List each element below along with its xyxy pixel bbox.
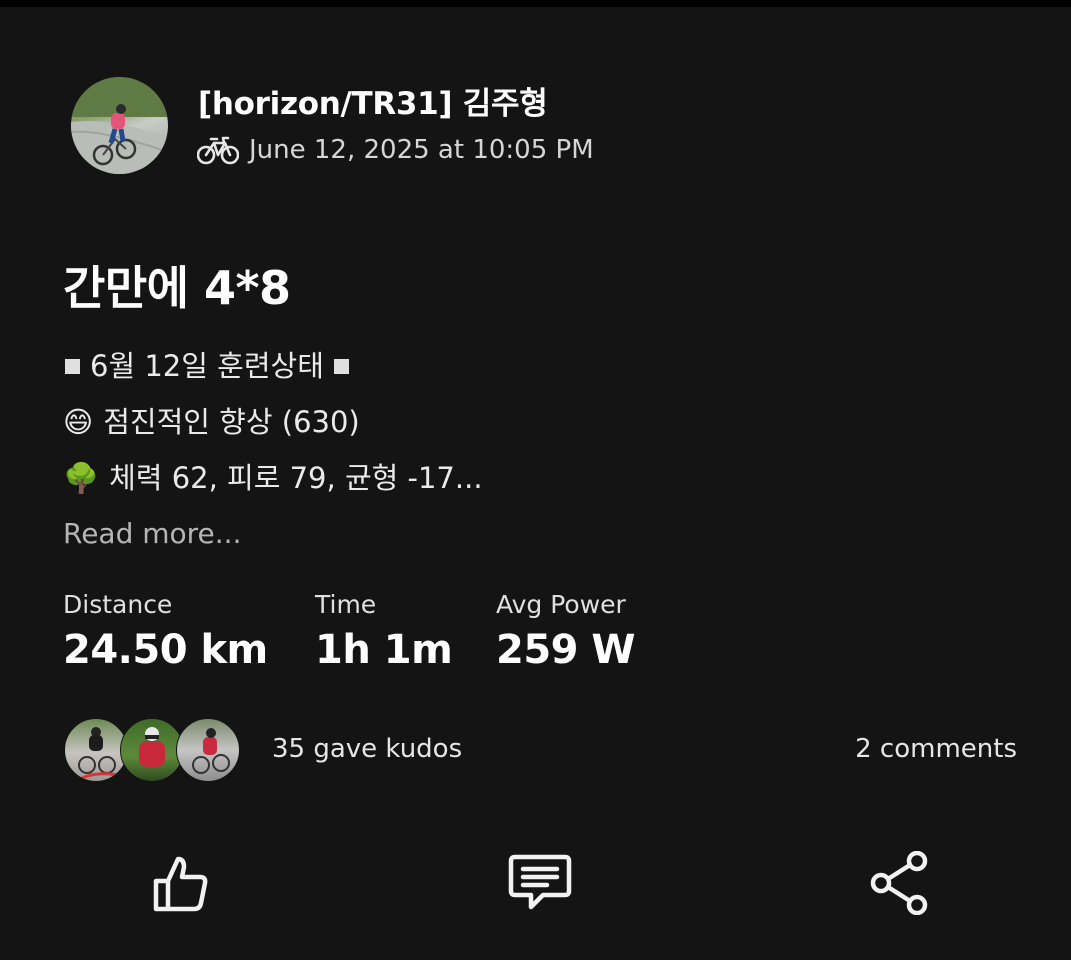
kudos-avatar <box>64 718 128 782</box>
status-bar-strip <box>0 0 1071 7</box>
stat-label: Distance <box>63 590 173 619</box>
activity-description: 6월 12일 훈련상태 😄 점진적인 향상 (630) 🌳 체력 62, 피로 … <box>63 338 483 506</box>
author-name[interactable]: [horizon/TR31] 김주형 <box>198 78 548 123</box>
share-icon <box>870 851 928 915</box>
bike-icon <box>197 134 239 166</box>
author-avatar[interactable] <box>71 77 168 174</box>
square-bullet-icon <box>333 358 349 374</box>
activity-meta: June 12, 2025 at 10:05 PM <box>197 134 594 166</box>
stat-value: 259 W <box>496 627 636 673</box>
stat-avg-power: Avg Power 259 W <box>496 590 636 673</box>
stat-value: 24.50 km <box>63 627 268 673</box>
kudos-avatars[interactable] <box>64 718 240 782</box>
kudos-button[interactable] <box>145 848 215 918</box>
share-button[interactable] <box>865 848 935 918</box>
description-line-2: 😄 점진적인 향상 (630) <box>63 394 483 450</box>
kudos-avatar <box>176 718 240 782</box>
stat-label: Time <box>315 590 377 619</box>
description-line-3: 🌳 체력 62, 피로 79, 균형 -17... <box>63 450 483 506</box>
stat-label: Avg Power <box>496 590 626 619</box>
comments-count[interactable]: 2 comments <box>855 734 1017 764</box>
kudos-avatar <box>120 718 184 782</box>
activity-card: [horizon/TR31] 김주형 June 12, 2025 at 10:0… <box>0 0 1071 960</box>
stat-value: 1h 1m <box>315 627 453 673</box>
activity-date: June 12, 2025 at 10:05 PM <box>249 135 594 165</box>
description-line-2-text: 점진적인 향상 (630) <box>103 405 360 439</box>
thumbs-up-icon <box>153 856 208 912</box>
description-line-1-text: 6월 12일 훈련상태 <box>90 349 324 383</box>
avatar-photo <box>71 77 168 174</box>
stat-time: Time 1h 1m <box>315 590 453 673</box>
description-line-1: 6월 12일 훈련상태 <box>63 338 483 394</box>
stat-distance: Distance 24.50 km <box>63 590 268 673</box>
activity-title[interactable]: 간만에 4*8 <box>63 252 291 318</box>
read-more-link[interactable]: Read more... <box>63 517 242 550</box>
description-line-3-text: 체력 62, 피로 79, 균형 -17... <box>109 461 483 495</box>
square-bullet-icon <box>65 358 80 374</box>
tree-emoji-icon: 🌳 <box>63 461 100 495</box>
comment-button[interactable] <box>505 848 575 918</box>
kudos-count[interactable]: 35 gave kudos <box>272 734 462 764</box>
grin-emoji-icon: 😄 <box>63 405 94 439</box>
comment-icon <box>508 854 572 910</box>
